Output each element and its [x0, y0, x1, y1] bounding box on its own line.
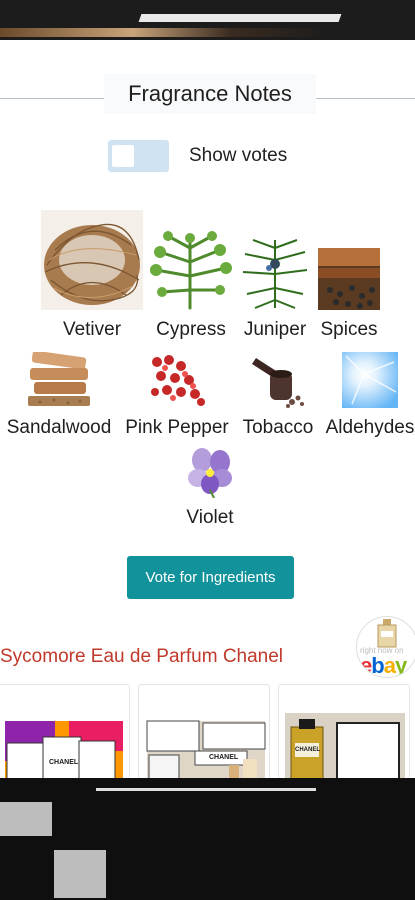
bottom-cropped-area: [0, 778, 415, 900]
toggle-knob: [112, 145, 134, 167]
section-title: Fragrance Notes: [104, 74, 316, 114]
violet-icon: [188, 448, 232, 499]
spices-icon: [318, 248, 380, 310]
ebay-logo-a: a: [383, 653, 396, 678]
image-fragment: [96, 788, 316, 791]
perfume-boxes-icon: [146, 720, 266, 779]
note-label: Vetiver: [62, 319, 122, 340]
show-votes-toggle[interactable]: [108, 140, 169, 172]
cypress-icon: [150, 231, 232, 310]
juniper-icon: [242, 239, 308, 309]
note-label: Sandalwood: [6, 417, 112, 438]
note-label: Juniper: [243, 319, 307, 340]
fragrance-notes-header: Fragrance Notes: [0, 74, 415, 114]
show-votes-row: Show votes: [108, 140, 287, 172]
ebay-badge[interactable]: right now on ebay: [356, 616, 415, 678]
note-label: Pink Pepper: [125, 417, 229, 438]
note-juniper[interactable]: Juniper: [238, 236, 312, 341]
note-spices[interactable]: Spices: [316, 248, 382, 341]
ebay-logo: ebay: [360, 653, 407, 678]
ebay-logo-y: y: [394, 653, 407, 678]
note-label: Aldehydes: [325, 417, 415, 438]
note-label: Violet: [186, 507, 234, 528]
image-fragment: [0, 802, 52, 836]
divider: [0, 98, 104, 99]
note-label: Cypress: [156, 319, 226, 340]
vetiver-icon: [41, 210, 143, 310]
banner-image-fragment: [0, 28, 330, 37]
vote-for-ingredients-button[interactable]: Vote for Ingredients: [127, 556, 294, 599]
divider: [316, 98, 415, 99]
banner-image-fragment: [138, 14, 342, 22]
ebay-listing-title[interactable]: Sycomore Eau de Parfum Chanel: [0, 646, 283, 668]
perfume-bottle-box-icon: [285, 713, 405, 779]
image-fragment: [54, 850, 106, 898]
product-card[interactable]: CHANEL: [138, 684, 270, 780]
sandalwood-icon: [28, 350, 90, 406]
product-card[interactable]: CHANEL: [0, 684, 130, 780]
product-brand: CHANEL: [209, 754, 239, 761]
note-aldehydes[interactable]: Aldehydes: [322, 352, 415, 439]
tobacco-icon: [252, 358, 304, 408]
aldehydes-icon: [342, 352, 398, 408]
note-label: Tobacco: [242, 417, 314, 438]
ebay-logo-e: e: [360, 653, 372, 678]
pink-pepper-icon: [151, 355, 205, 406]
product-brand: CHANEL: [49, 759, 79, 766]
show-votes-label: Show votes: [189, 145, 288, 166]
note-violet[interactable]: Violet: [178, 446, 242, 529]
note-sandalwood[interactable]: Sandalwood: [2, 350, 116, 439]
ebay-product-carousel: CHANEL CHANEL CHANEL: [0, 684, 415, 780]
note-tobacco[interactable]: Tobacco: [238, 352, 318, 439]
note-pink-pepper[interactable]: Pink Pepper: [120, 352, 234, 439]
top-cropped-banner: [0, 0, 415, 40]
note-vetiver[interactable]: Vetiver: [40, 210, 144, 341]
product-brand: CHANEL: [295, 747, 320, 753]
note-cypress[interactable]: Cypress: [148, 228, 234, 341]
ebay-logo-b: b: [371, 653, 384, 678]
note-label: Spices: [320, 319, 378, 340]
product-card[interactable]: CHANEL: [278, 684, 410, 780]
